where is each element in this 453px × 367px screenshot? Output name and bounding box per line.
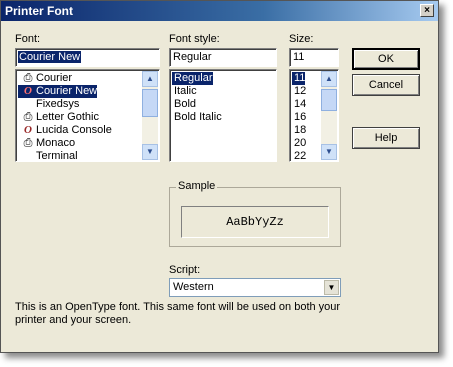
printer-icon: ⎙ [23,72,33,84]
font-list-item[interactable]: O Lucida Console [18,124,112,137]
scroll-thumb[interactable] [321,89,337,111]
scroll-up-icon[interactable]: ▲ [321,71,337,87]
size-list-item-label: 14 [294,98,307,110]
scroll-thumb[interactable] [142,89,158,117]
font-list[interactable]: ⎙ Courier O Courier New Fixedsys ⎙ Letter Goth… [15,69,160,162]
size-list-item-label: 20 [294,137,307,149]
font-list-item[interactable]: ⎙ Courier [18,72,72,85]
size-list-item-label: 22 [294,150,307,162]
size-label: Size: [289,33,314,45]
size-list-item[interactable]: 16 [292,111,306,124]
size-list-item[interactable]: 18 [292,124,306,137]
font-list-item-label: Terminal [36,150,78,162]
size-list-item-label: 16 [294,111,307,123]
font-list-scrollbar[interactable]: ▲ ▼ [142,71,158,160]
script-select[interactable]: Western ▼ [169,278,341,297]
printer-icon: ⎙ [23,137,33,149]
font-list-item-label: Lucida Console [36,124,112,136]
ok-button[interactable]: OK [352,48,420,70]
font-style-list-item-label: Bold [174,98,197,110]
chevron-down-icon[interactable]: ▼ [324,280,339,295]
font-list-item[interactable]: O Courier New [18,85,98,98]
font-style-input-value: Regular [173,51,212,63]
font-list-item-label: Courier New [36,85,98,97]
font-list-item-label: Fixedsys [36,98,80,110]
size-list-item[interactable]: 22 [292,150,307,162]
close-button[interactable]: × [420,4,434,17]
sample-group: Sample AaBbYyZz [169,180,341,247]
size-list-item[interactable]: 11 [292,72,306,85]
font-list-item[interactable]: Terminal [18,150,78,162]
font-list-item-label: Courier [36,72,73,84]
font-style-list[interactable]: Regular Italic Bold Bold Italic [169,69,277,162]
window-title: Printer Font [5,4,73,18]
font-style-list-item[interactable]: Bold Italic [172,111,222,124]
font-style-list-item[interactable]: Italic [172,85,197,98]
script-label: Script: [169,264,201,276]
title-bar[interactable]: Printer Font × [1,1,438,21]
font-input-value: Courier New [18,51,82,63]
cancel-button[interactable]: Cancel [352,74,420,96]
printer-font-dialog: Printer Font × Font: Courier New ⎙ Courie… [0,0,439,353]
font-description: This is an OpenType font. This same font… [15,301,341,326]
script-select-value: Western [173,281,214,293]
sample-preview: AaBbYyZz [181,206,329,238]
opentype-icon: O [24,124,32,136]
scroll-down-icon[interactable]: ▼ [321,144,337,160]
size-input[interactable]: 11 [289,48,339,67]
font-list-item[interactable]: Fixedsys [18,98,79,111]
font-list-item[interactable]: ⎙ Monaco [18,137,76,150]
sample-label: Sample [176,180,218,192]
size-list-item-label: 12 [294,85,307,97]
font-style-list-item[interactable]: Regular [172,72,213,85]
sample-text: AaBbYyZz [226,215,284,229]
size-list-item-label: 11 [294,72,306,84]
font-style-list-item-label: Bold Italic [174,111,222,123]
font-style-list-item[interactable]: Bold [172,98,196,111]
font-style-input[interactable]: Regular [169,48,277,67]
size-list-scrollbar[interactable]: ▲ ▼ [321,71,337,160]
opentype-icon: O [24,85,32,97]
font-list-item-label: Letter Gothic [36,111,99,123]
size-list-item[interactable]: 14 [292,98,306,111]
scroll-up-icon[interactable]: ▲ [142,71,158,87]
size-list-item-label: 18 [294,124,307,136]
font-list-item-label: Monaco [36,137,76,149]
font-style-list-item-label: Italic [174,85,197,97]
scroll-down-icon[interactable]: ▼ [142,144,158,160]
font-list-item[interactable]: ⎙ Letter Gothic [18,111,99,124]
printer-icon: ⎙ [23,111,33,123]
font-style-list-item-label: Regular [174,72,213,84]
size-input-value: 11 [293,51,305,63]
font-input[interactable]: Courier New [15,48,160,67]
font-style-label: Font style: [169,33,220,45]
size-list-item[interactable]: 12 [292,85,306,98]
font-label: Font: [15,33,41,45]
help-button[interactable]: Help [352,127,420,149]
size-list[interactable]: 11 12 14 16 18 20 22 ▲ ▼ [289,69,339,162]
size-list-item[interactable]: 20 [292,137,306,150]
